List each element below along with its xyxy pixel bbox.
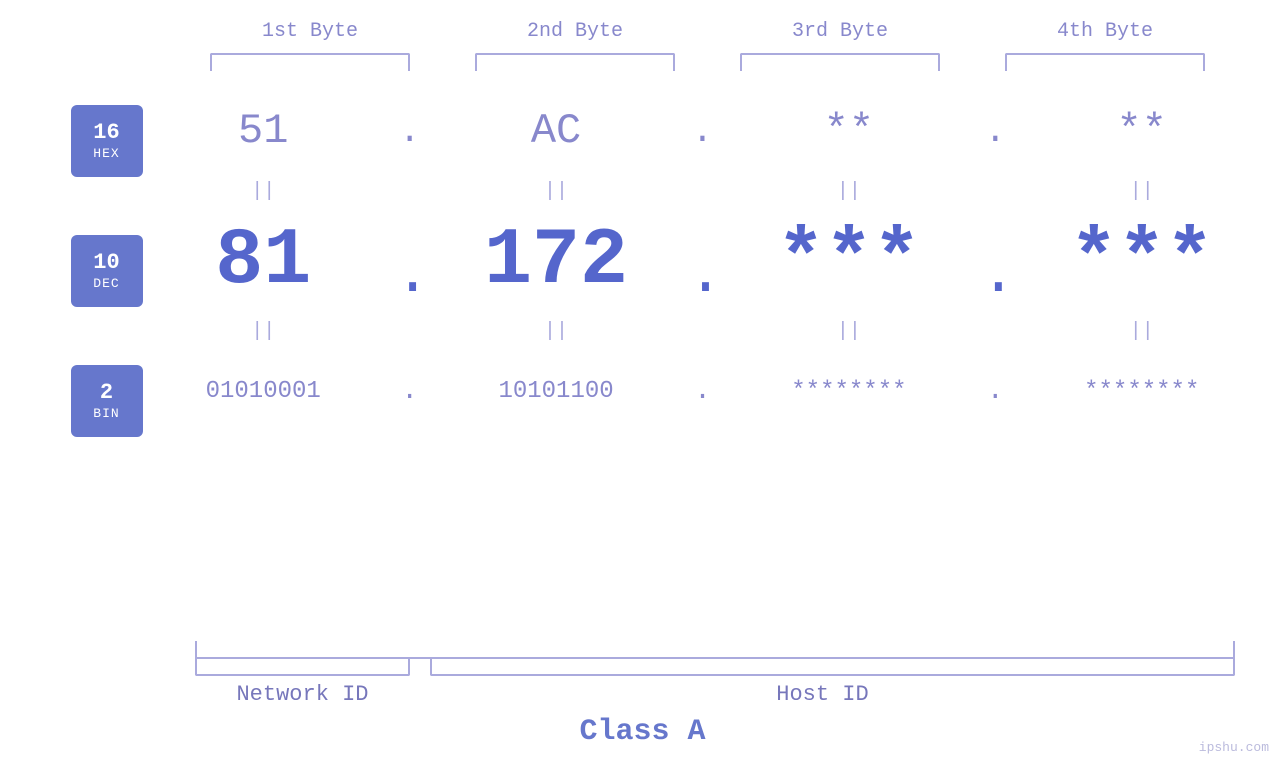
eq-sym-2: || [446, 180, 666, 203]
eq-sym-6: || [446, 320, 666, 343]
bin-badge-num: 2 [100, 381, 113, 405]
bracket-byte-1 [210, 53, 410, 71]
bin-dot-1: . [395, 376, 425, 407]
bin-val-2: 10101100 [446, 378, 666, 405]
host-bracket [430, 658, 1235, 676]
eq-row-1: || || || || [143, 171, 1263, 211]
dec-dot-3: . [980, 216, 1010, 306]
network-id-label: Network ID [195, 682, 410, 707]
eq-sym-3: || [739, 180, 959, 203]
header-byte-4: 4th Byte [995, 20, 1215, 43]
big-bottom-bracket [195, 641, 1235, 659]
hex-dot-3: . [980, 111, 1010, 152]
bottom-labels: Network ID Host ID [0, 682, 1285, 707]
hex-dot-1: . [395, 111, 425, 152]
watermark: ipshu.com [1199, 740, 1269, 755]
bin-val-3: ******** [739, 378, 959, 405]
hex-badge: 16 HEX [71, 105, 143, 177]
eq-sym-7: || [739, 320, 959, 343]
bin-val-4: ******** [1032, 378, 1252, 405]
hex-dot-2: . [687, 111, 717, 152]
badges-column: 16 HEX 10 DEC 2 BIN [23, 91, 143, 441]
bin-badge: 2 BIN [71, 365, 143, 437]
dec-val-2: 172 [446, 216, 666, 307]
header-byte-3: 3rd Byte [730, 20, 950, 43]
eq-spacer-2 [71, 321, 143, 361]
dec-row: 81 . 172 . *** . *** [143, 211, 1263, 311]
eq-sym-5: || [153, 320, 373, 343]
hex-badge-num: 16 [93, 121, 119, 145]
eq-sym-4: || [1032, 180, 1252, 203]
dec-badge-wrapper: 10 DEC [71, 221, 143, 321]
dec-badge: 10 DEC [71, 235, 143, 307]
bin-row: 01010001 . 10101100 . ******** . *******… [143, 351, 1263, 431]
hex-val-3: ** [739, 107, 959, 155]
host-id-label: Host ID [410, 682, 1235, 707]
bin-val-1: 01010001 [153, 378, 373, 405]
dec-val-4: *** [1032, 216, 1252, 307]
class-row: Class A [0, 715, 1285, 749]
byte-headers: 1st Byte 2nd Byte 3rd Byte 4th Byte [178, 20, 1238, 43]
bin-badge-label: BIN [93, 406, 119, 421]
eq-sym-8: || [1032, 320, 1252, 343]
hex-val-1: 51 [153, 107, 373, 155]
dec-badge-num: 10 [93, 251, 119, 275]
dec-val-1: 81 [153, 216, 373, 307]
bracket-byte-3 [740, 53, 940, 71]
main-container: 1st Byte 2nd Byte 3rd Byte 4th Byte 16 H… [0, 0, 1285, 767]
header-byte-1: 1st Byte [200, 20, 420, 43]
bracket-byte-4 [1005, 53, 1205, 71]
dec-val-3: *** [739, 216, 959, 307]
eq-row-2: || || || || [143, 311, 1263, 351]
top-brackets [178, 53, 1238, 71]
hex-val-4: ** [1032, 107, 1252, 155]
hex-badge-wrapper: 16 HEX [71, 101, 143, 181]
hex-row: 51 . AC . ** . ** [143, 91, 1263, 171]
bin-dot-3: . [980, 376, 1010, 407]
bottom-brackets [0, 658, 1285, 676]
class-label: Class A [579, 715, 705, 749]
eq-spacer-1 [71, 181, 143, 221]
bracket-byte-2 [475, 53, 675, 71]
bin-badge-wrapper: 2 BIN [71, 361, 143, 441]
data-section: 51 . AC . ** . ** || || || || 81 [143, 91, 1263, 441]
bottom-section: Network ID Host ID [0, 658, 1285, 707]
hex-val-2: AC [446, 107, 666, 155]
network-bracket [195, 658, 410, 676]
eq-sym-1: || [153, 180, 373, 203]
dec-dot-1: . [395, 216, 425, 306]
dec-badge-label: DEC [93, 276, 119, 291]
dec-dot-2: . [687, 216, 717, 306]
rows-wrapper: 16 HEX 10 DEC 2 BIN [23, 91, 1263, 441]
bin-dot-2: . [687, 376, 717, 407]
header-byte-2: 2nd Byte [465, 20, 685, 43]
hex-badge-label: HEX [93, 146, 119, 161]
